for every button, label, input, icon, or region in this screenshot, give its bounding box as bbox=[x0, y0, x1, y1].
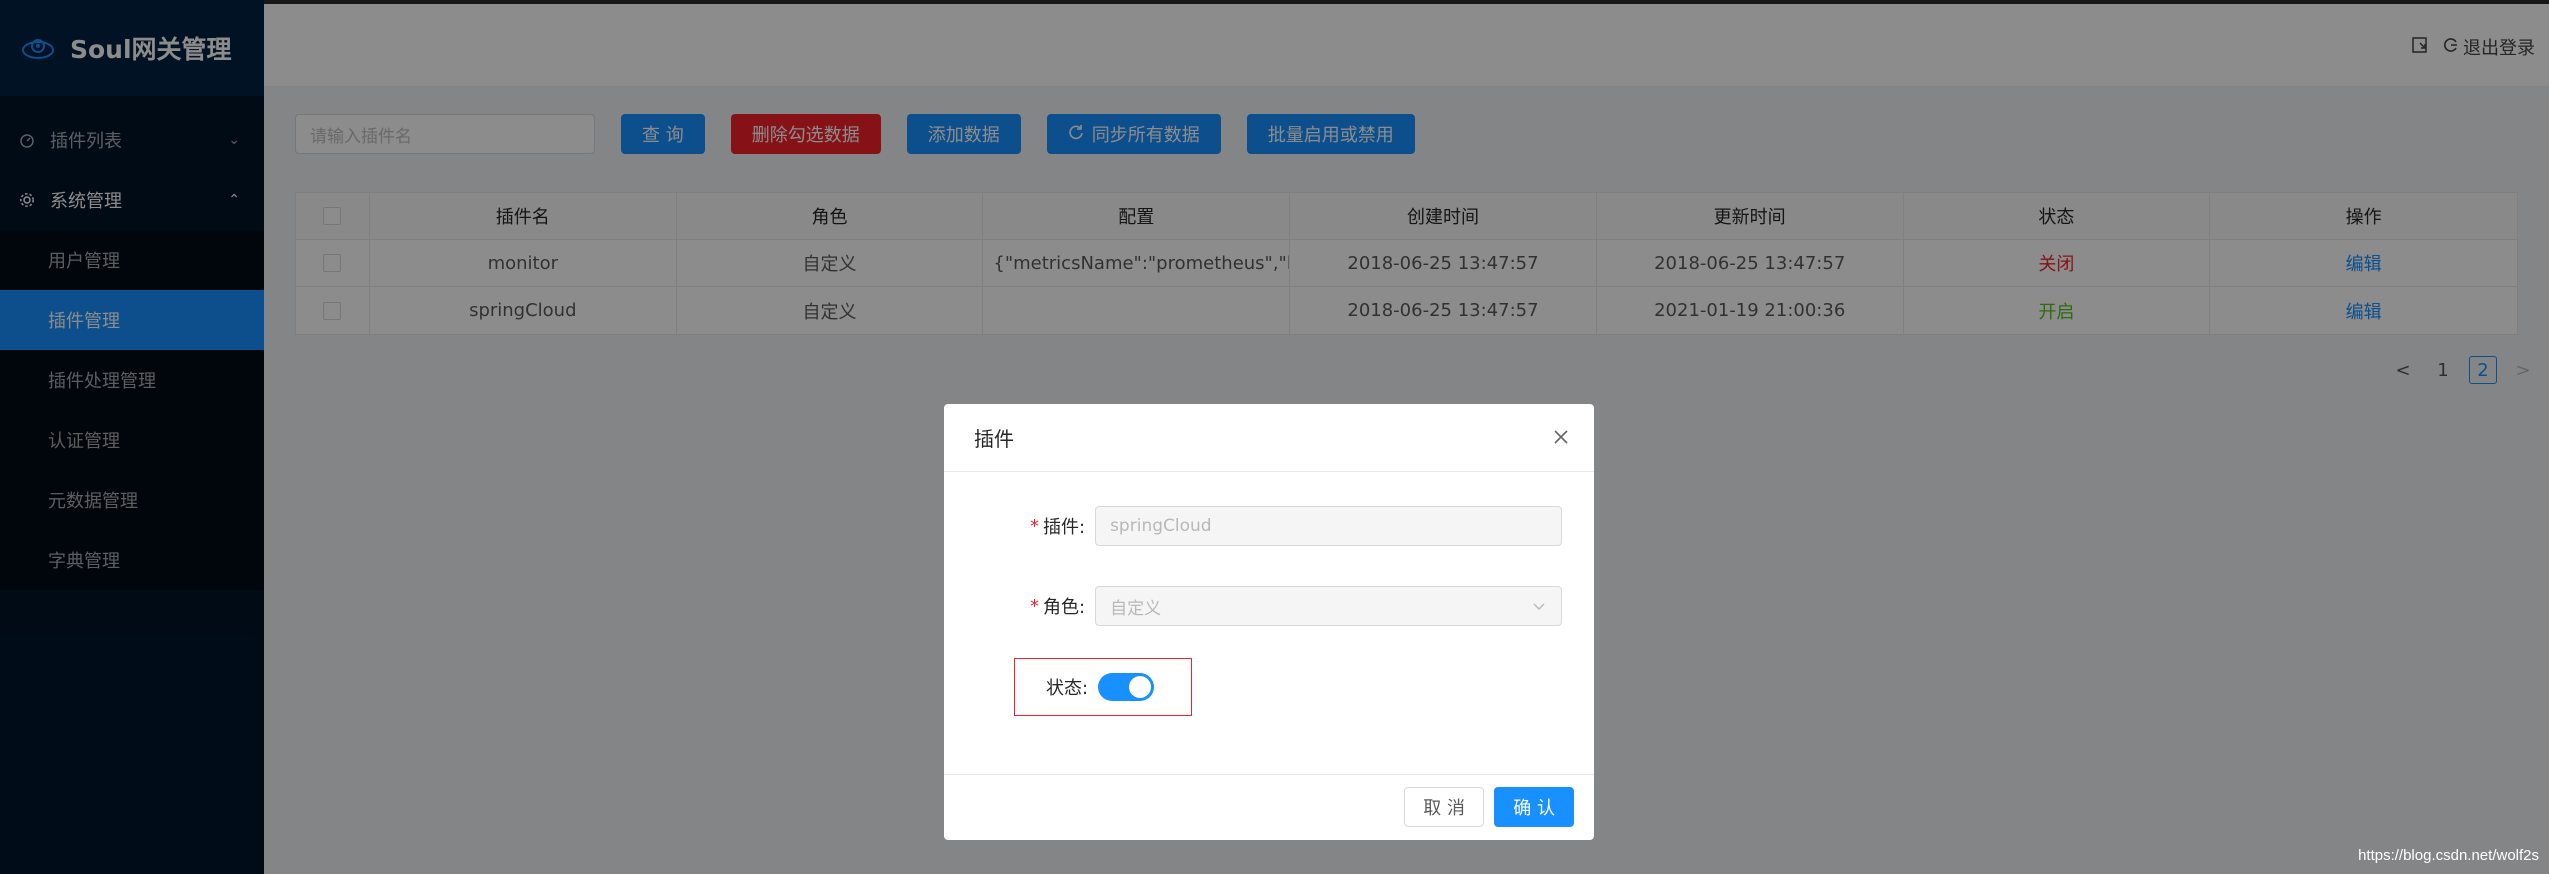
chevron-down-icon bbox=[1533, 603, 1545, 611]
plugin-label: 插件: bbox=[1043, 517, 1086, 538]
plugin-input[interactable]: springCloud bbox=[1095, 506, 1563, 546]
modal-header: 插件 bbox=[944, 404, 1594, 472]
close-icon[interactable] bbox=[1552, 428, 1570, 446]
confirm-button[interactable]: 确 认 bbox=[1494, 787, 1574, 827]
status-toggle[interactable] bbox=[1098, 673, 1155, 701]
plugin-field-row: * 插件: springCloud bbox=[1030, 506, 1563, 546]
required-mark: * bbox=[1030, 595, 1039, 617]
status-label: 状态: bbox=[1046, 678, 1089, 699]
role-select-value: 自定义 bbox=[1110, 598, 1162, 619]
role-field-row: * 角色: 自定义 bbox=[1030, 586, 1563, 626]
modal-title: 插件 bbox=[974, 427, 1014, 451]
role-label: 角色: bbox=[1043, 597, 1086, 618]
status-field-row: 状态: bbox=[1046, 673, 1155, 701]
required-mark: * bbox=[1030, 515, 1039, 537]
plugin-modal: 插件 * 插件: springCloud * 角色: 自定义 状态: 取 消 确… bbox=[944, 404, 1594, 840]
watermark: https://blog.csdn.net/wolf2s bbox=[2358, 847, 2539, 864]
cancel-button[interactable]: 取 消 bbox=[1404, 787, 1484, 827]
toggle-knob bbox=[1129, 676, 1152, 698]
modal-footer: 取 消 确 认 bbox=[944, 774, 1594, 840]
role-select[interactable]: 自定义 bbox=[1095, 586, 1563, 626]
